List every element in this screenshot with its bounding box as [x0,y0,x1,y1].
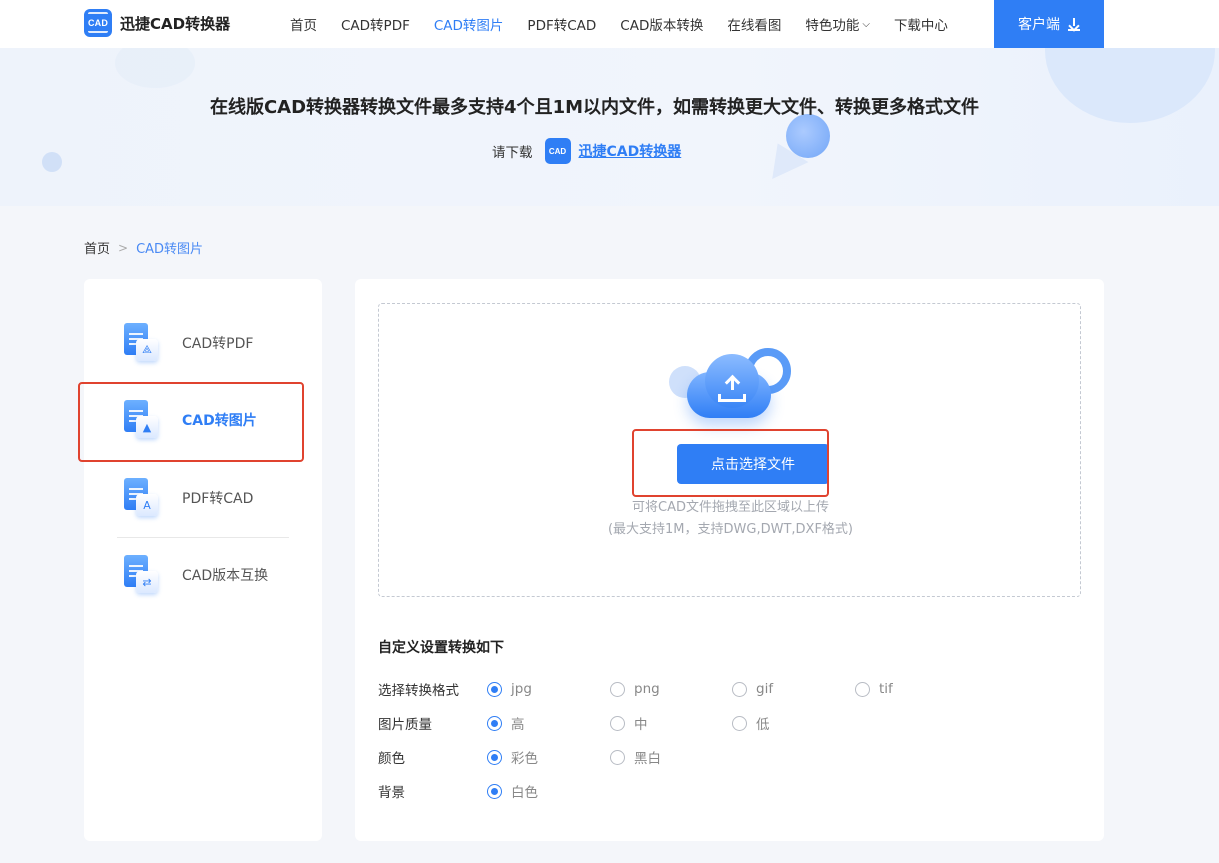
sidebar-item-cad-version-swap[interactable]: ⇄ CAD版本互换 [118,545,298,605]
banner-download-prompt: 请下载 CAD 迅捷CAD转换器 [492,138,681,164]
decor-circle [115,48,195,88]
format-gif-radio[interactable]: gif [732,679,773,699]
sidebar-item-pdf-to-cad[interactable]: A PDF转CAD [118,468,298,528]
settings-title: 自定义设置转换如下 [378,640,504,656]
background-row: 背景 [378,781,488,801]
converter-panel: 点击选择文件 可将CAD文件拖拽至此区域以上传 (最大支持1M，支持DWG,DW… [355,279,1104,841]
row-label: 背景 [378,785,405,801]
nav-cad-version-convert[interactable]: CAD版本转换 [620,14,703,34]
file-limit-hint: (最大支持1M，支持DWG,DWT,DXF格式) [607,522,854,537]
sidebar-item-cad-to-pdf[interactable]: ⟁ CAD转PDF [118,313,298,373]
quality-row: 图片质量 [378,713,488,733]
breadcrumb-current: CAD转图片 [136,242,204,257]
promo-banner: 在线版CAD转换器转换文件最多支持4个且1M以内文件，如需转换更大文件、转换更多… [0,48,1219,206]
cad-logo-icon: CAD [544,138,571,164]
nav-online-viewer[interactable]: 在线看图 [727,14,781,34]
breadcrumb-separator-icon: > [118,240,129,255]
format-jpg-radio[interactable]: jpg [487,679,532,699]
download-app-link[interactable]: 迅捷CAD转换器 [579,141,682,161]
cad-logo-icon: CAD [84,9,112,37]
breadcrumb: 首页 > CAD转图片 [84,238,204,258]
color-bw-radio[interactable]: 黑白 [610,747,661,767]
cloud-upload-icon [669,344,799,424]
row-label: 图片质量 [378,717,432,733]
banner-title: 在线版CAD转换器转换文件最多支持4个且1M以内文件，如需转换更大文件、转换更多… [209,97,980,118]
row-label: 颜色 [378,751,405,767]
format-png-radio[interactable]: png [610,679,660,699]
download-icon [1068,17,1080,31]
nav-cad-to-image[interactable]: CAD转图片 [434,14,504,34]
banner-sub-prefix: 请下载 [492,145,533,161]
quality-low-radio[interactable]: 低 [732,713,770,733]
drop-hint: 可将CAD文件拖拽至此区域以上传 [632,500,829,515]
cad-to-image-icon: ▲ [118,398,162,442]
sidebar-item-label: PDF转CAD [182,491,254,507]
sidebar-item-label: CAD转PDF [182,336,254,352]
nav-home[interactable]: 首页 [290,14,317,34]
color-row: 颜色 [378,747,488,767]
cad-to-pdf-icon: ⟁ [118,321,162,365]
logo-text: 迅捷CAD转换器 [120,14,231,33]
quality-high-radio[interactable]: 高 [487,713,525,733]
client-download-button[interactable]: 客户端 [994,0,1104,48]
top-header: CAD 迅捷CAD转换器 首页 CAD转PDF CAD转图片 PDF转CAD C… [0,0,1219,48]
row-label: 选择转换格式 [378,683,459,699]
client-button-label: 客户端 [1018,17,1060,33]
nav-features-label: 特色功能 [805,18,860,34]
sidebar-item-label: CAD版本互换 [182,568,269,584]
breadcrumb-home[interactable]: 首页 [84,238,110,257]
nav-download-center[interactable]: 下载中心 [894,14,948,34]
select-file-button[interactable]: 点击选择文件 [677,444,829,484]
decor-dot [42,152,62,172]
color-full-radio[interactable]: 彩色 [487,747,538,767]
file-drop-zone[interactable]: 点击选择文件 可将CAD文件拖拽至此区域以上传 (最大支持1M，支持DWG,DW… [378,303,1081,597]
background-white-radio[interactable]: 白色 [487,781,538,801]
site-logo[interactable]: CAD 迅捷CAD转换器 [84,9,230,37]
tool-sidebar: ⟁ CAD转PDF ▲ CAD转图片 A PDF转CAD ⇄ CAD版本互换 [84,279,322,841]
format-tif-radio[interactable]: tif [855,679,893,699]
sidebar-divider [117,537,289,538]
nav-pdf-to-cad[interactable]: PDF转CAD [527,14,596,34]
nav-cad-to-pdf[interactable]: CAD转PDF [341,14,410,34]
sidebar-item-cad-to-image[interactable]: ▲ CAD转图片 [118,390,298,450]
quality-medium-radio[interactable]: 中 [610,713,648,733]
format-row: 选择转换格式 [378,679,488,699]
pdf-to-cad-icon: A [118,476,162,520]
chevron-down-icon: ⌵ [862,18,870,30]
main-nav: 首页 CAD转PDF CAD转图片 PDF转CAD CAD版本转换 在线看图 特… [290,0,972,48]
decor-orb [786,114,830,158]
cad-version-swap-icon: ⇄ [118,553,162,597]
sidebar-item-label: CAD转图片 [182,413,257,429]
nav-features[interactable]: 特色功能 ⌵ [805,14,870,34]
